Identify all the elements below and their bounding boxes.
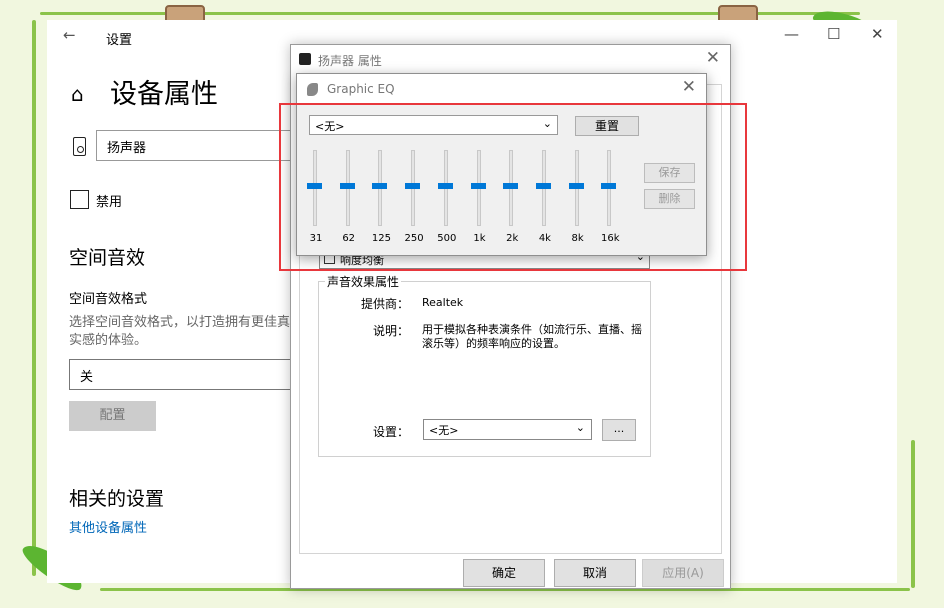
speaker-icon <box>73 137 86 156</box>
chevron-down-icon: ⌄ <box>575 421 585 434</box>
device-name-input[interactable]: 扬声器 <box>96 130 306 161</box>
cancel-button[interactable]: 取消 <box>554 559 636 587</box>
disable-checkbox[interactable] <box>70 190 89 209</box>
minimize-icon[interactable]: — <box>784 25 799 43</box>
close-icon[interactable]: ✕ <box>871 25 884 43</box>
audio-app-icon <box>307 83 318 96</box>
close-icon[interactable]: ✕ <box>706 48 720 68</box>
page-title: 设备属性 <box>110 79 218 110</box>
speaker-app-icon <box>299 53 311 65</box>
setting-dropdown-value: <无> <box>429 424 459 437</box>
provider-value: Realtek <box>422 296 464 309</box>
maximize-icon[interactable]: ☐ <box>827 25 840 43</box>
settings-title: 设置 <box>106 33 133 48</box>
related-settings-heading: 相关的设置 <box>69 488 165 510</box>
provider-label: 提供商： <box>360 297 409 311</box>
ok-button[interactable]: 确定 <box>463 559 545 587</box>
eq-title: Graphic EQ <box>327 82 395 96</box>
frame-right-line <box>911 440 915 588</box>
spatial-format-description: 选择空间音效格式，以打造拥有更佳真实感的体验。 <box>69 315 291 348</box>
home-icon[interactable]: ⌂ <box>71 82 84 106</box>
highlight-box <box>279 103 747 271</box>
setting-dropdown[interactable]: <无> ⌄ <box>423 419 592 440</box>
more-options-button[interactable]: ... <box>602 419 636 441</box>
frame-left-line <box>32 20 36 576</box>
eq-titlebar: Graphic EQ ✕ <box>297 74 706 104</box>
spatial-sound-heading: 空间音效 <box>69 247 146 269</box>
other-device-properties-link[interactable]: 其他设备属性 <box>69 517 147 536</box>
speaker-properties-title: 扬声器 属性 <box>318 54 382 68</box>
description-label: 说明： <box>372 324 409 338</box>
back-arrow-icon[interactable]: ← <box>63 26 76 44</box>
configure-button[interactable]: 配置 <box>69 401 156 431</box>
description-value: 用于模拟各种表演条件（如流行乐、直播、摇滚乐等）的频率响应的设置。 <box>422 323 642 350</box>
apply-button[interactable]: 应用(A) <box>642 559 724 587</box>
spatial-format-dropdown[interactable]: 关 <box>69 359 309 390</box>
spatial-format-label: 空间音效格式 <box>69 292 148 307</box>
setting-label: 设置： <box>372 425 409 439</box>
group-label: 声音效果属性 <box>325 273 402 290</box>
close-icon[interactable]: ✕ <box>682 77 696 97</box>
disable-label: 禁用 <box>96 195 123 210</box>
